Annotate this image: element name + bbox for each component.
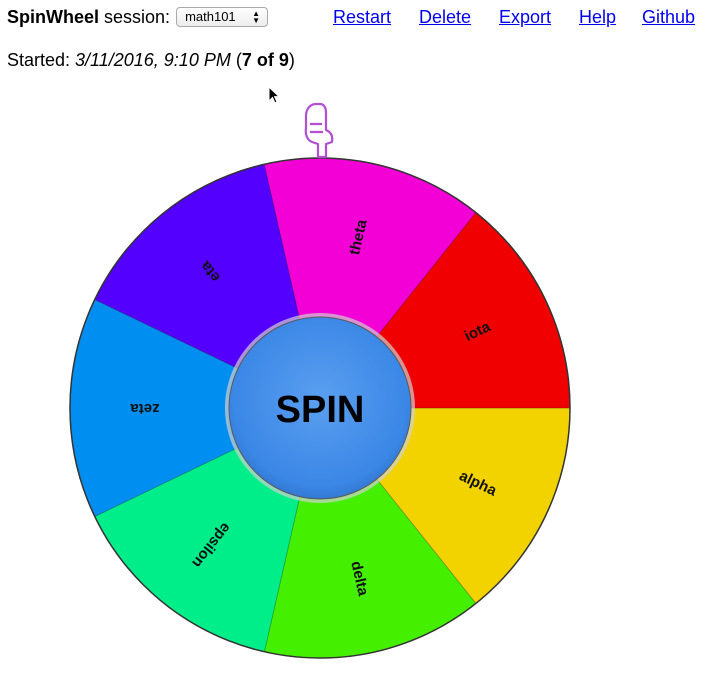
pointing-hand-icon (304, 102, 334, 159)
mouse-cursor-icon (268, 86, 281, 104)
spin-wheel[interactable]: alphadeltaepsilonzetaetathetaiota SPIN (0, 0, 715, 687)
segment-label-zeta: zeta (130, 400, 160, 417)
spin-label[interactable]: SPIN (276, 389, 365, 431)
